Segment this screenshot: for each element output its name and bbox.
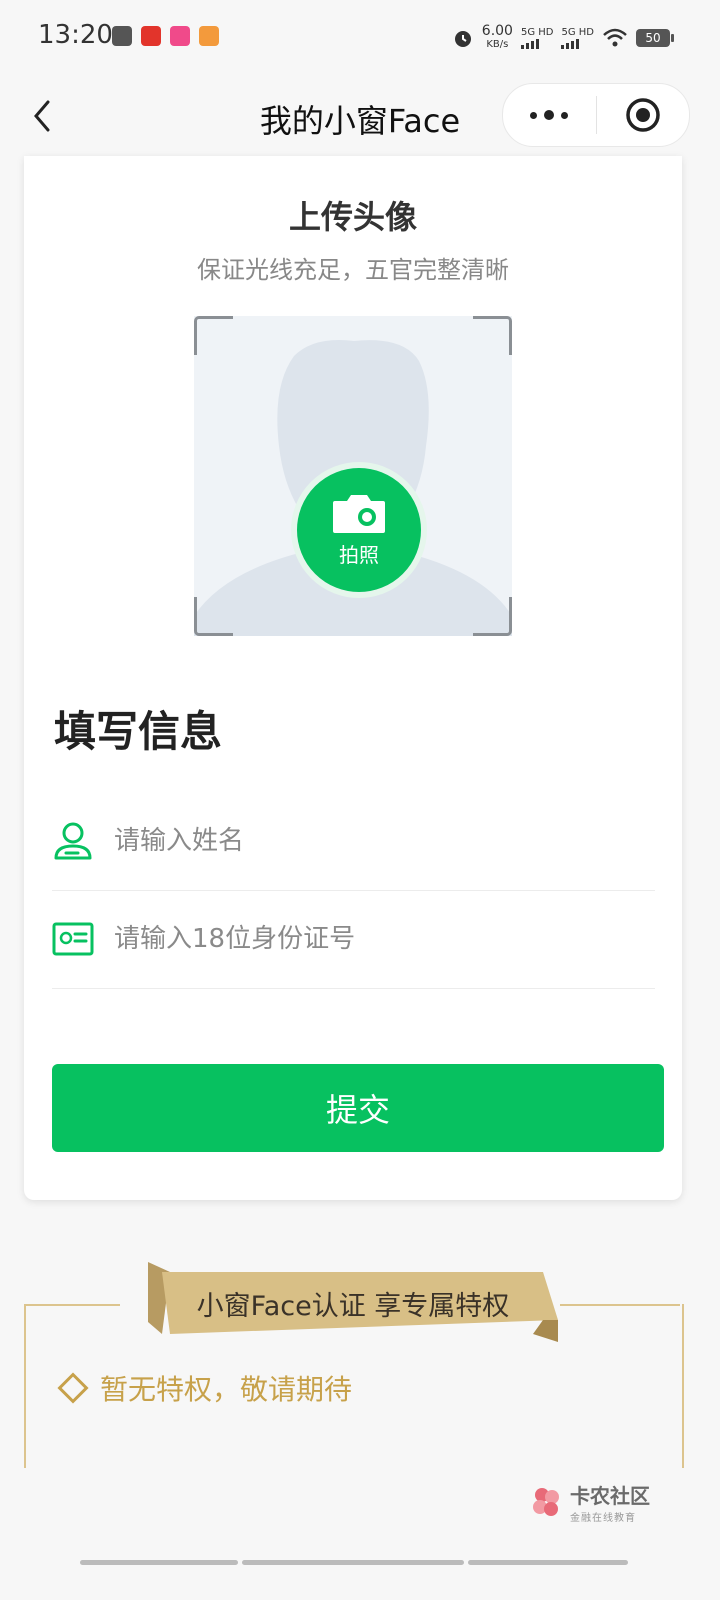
- signal-bars-icon: [520, 39, 554, 49]
- frame-corner: [194, 597, 233, 636]
- frame-corner: [473, 597, 512, 636]
- sim2-label: 5G HD: [561, 27, 594, 38]
- status-time: 13:20: [38, 20, 113, 50]
- watermark-text: 卡农社区: [570, 1484, 650, 1508]
- privilege-section: 小窗Face认证 享专属特权 暂无特权，敬请期待: [0, 1248, 720, 1468]
- frame-corner: [473, 316, 512, 355]
- speed-unit: KB/s: [486, 39, 509, 50]
- privilege-item: 暂无特权，敬请期待: [57, 1368, 353, 1408]
- miniprogram-capsule: [502, 83, 690, 147]
- notification-icons: [112, 26, 219, 46]
- signal-bars-icon: [561, 39, 594, 49]
- privilege-banner: 小窗Face认证 享专属特权: [196, 1291, 510, 1322]
- frame-line: [24, 1304, 120, 1306]
- signal-2: 5G HD: [561, 27, 594, 49]
- camera-icon: [333, 494, 385, 533]
- status-bar: 13:20 6.00 KB/s 5G HD 5G HD 50: [0, 0, 720, 78]
- form-card: 上传头像 保证光线充足，五官完整清晰 拍照 填写信息 请输入姓名 请输入18位身…: [24, 156, 682, 1200]
- submit-button[interactable]: 提交: [52, 1064, 664, 1152]
- gesture-bar: [80, 1560, 238, 1565]
- news-app-icon: [112, 26, 132, 46]
- watermark-subtext: 金融在线教育: [570, 1513, 636, 1524]
- frame-line: [560, 1304, 680, 1306]
- gesture-bar: [468, 1560, 628, 1565]
- cat-app-icon: [199, 26, 219, 46]
- video-app-icon: [170, 26, 190, 46]
- user-icon: [54, 822, 92, 860]
- frame-corner: [194, 316, 233, 355]
- id-number-input[interactable]: [112, 916, 636, 962]
- watermark: 卡农社区 金融在线教育: [530, 1480, 650, 1524]
- watermark-logo-icon: [533, 1488, 559, 1516]
- target-icon: [626, 98, 660, 132]
- nav-bar: 我的小窗Face: [0, 78, 720, 154]
- gesture-bar: [242, 1560, 464, 1565]
- take-photo-button[interactable]: 拍照: [291, 462, 427, 598]
- alarm-icon: [454, 31, 471, 47]
- speed-value: 6.00: [481, 23, 513, 39]
- signal-1: 5G HD: [520, 27, 554, 49]
- diamond-icon: [57, 1372, 89, 1404]
- app-notification-icon: [141, 26, 161, 46]
- privilege-item-text: 暂无特权，敬请期待: [100, 1373, 353, 1406]
- more-button[interactable]: [503, 84, 596, 146]
- id-number-field: [52, 890, 655, 989]
- upload-subtitle: 保证光线充足，五官完整清晰: [197, 256, 509, 284]
- close-button[interactable]: [597, 84, 690, 146]
- network-speed: 6.00 KB/s: [482, 24, 513, 52]
- sim1-label: 5G HD: [520, 27, 554, 38]
- avatar-upload-area[interactable]: 拍照: [194, 316, 512, 636]
- battery-icon: 50: [636, 29, 674, 47]
- id-card-icon: [52, 922, 94, 956]
- name-field: [52, 792, 655, 891]
- wifi-icon: [603, 28, 627, 47]
- take-photo-label: 拍照: [339, 542, 379, 567]
- upload-title: 上传头像: [288, 198, 417, 236]
- name-input[interactable]: [112, 818, 636, 864]
- form-title: 填写信息: [54, 707, 223, 756]
- more-dots-icon: [530, 110, 569, 120]
